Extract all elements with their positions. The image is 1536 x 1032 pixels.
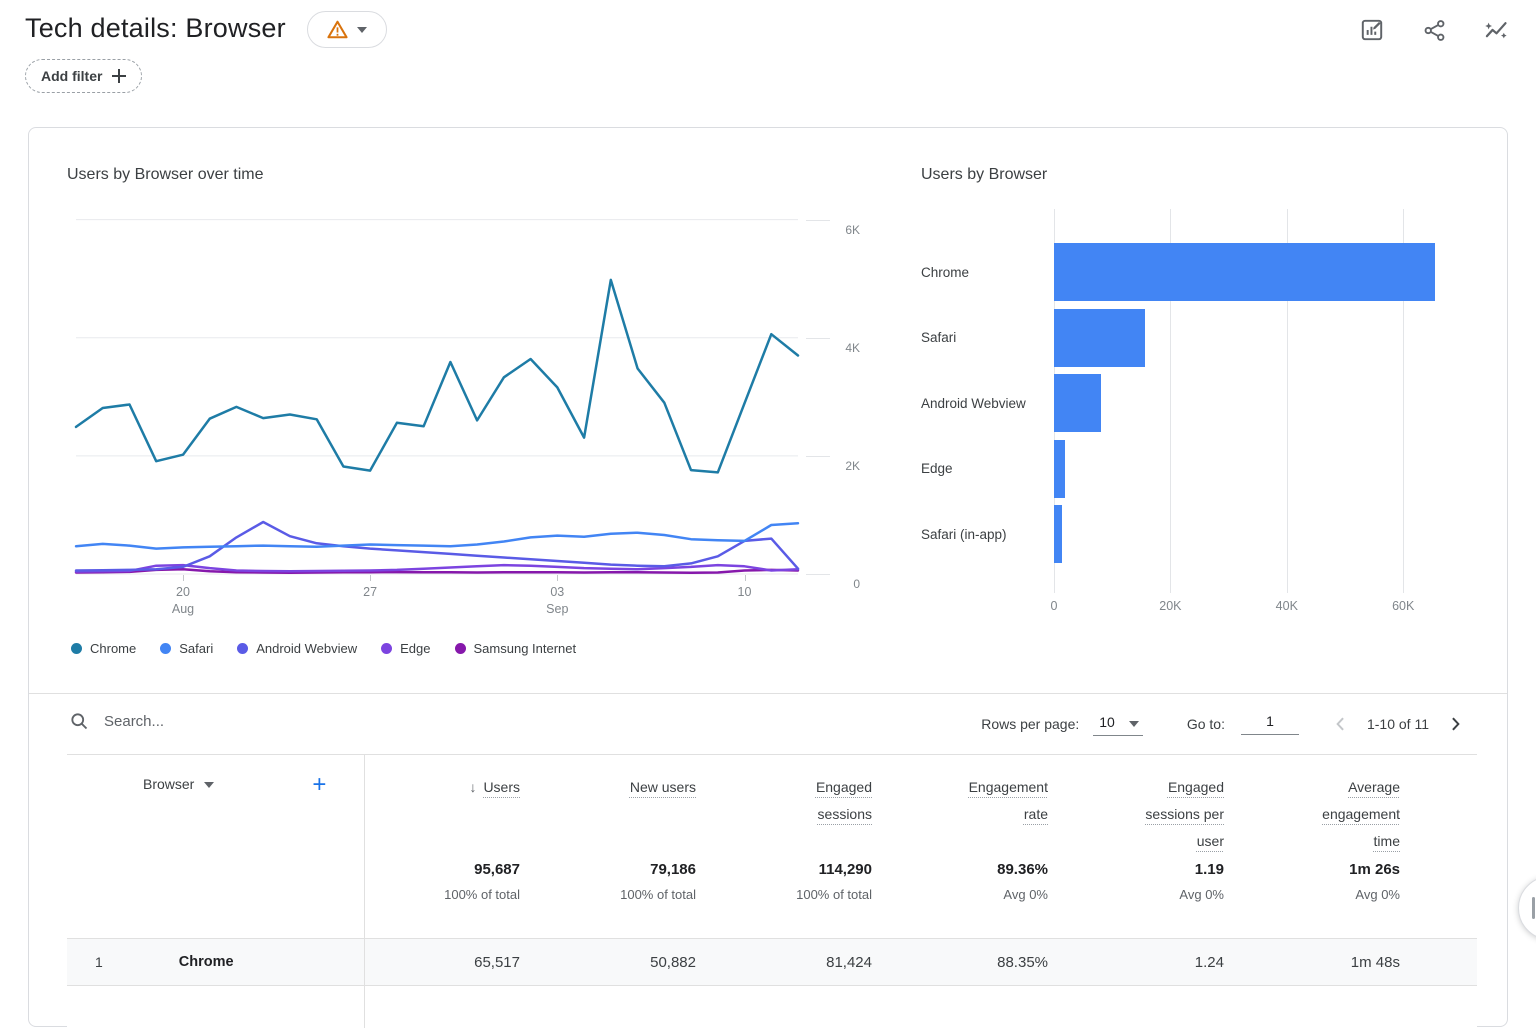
floating-button-partial[interactable] <box>1518 876 1536 940</box>
rows-per-page-select[interactable]: 10 <box>1093 712 1143 736</box>
row-cell: 81,424 <box>696 954 872 971</box>
column-header-engaged-sessions-per-user[interactable]: Engagedsessions peruser <box>1048 774 1224 861</box>
row-dimension: Chrome <box>103 954 234 970</box>
legend-item[interactable]: Samsung Internet <box>455 641 577 656</box>
bar-category-label: Safari <box>921 309 1039 367</box>
table-controls: Search... Rows per page: 10 Go to: 1 1-1… <box>29 694 1507 754</box>
bar-category-label: Chrome <box>921 243 1039 301</box>
column-header-new-users[interactable]: New users <box>520 774 696 861</box>
data-quality-warning-chip[interactable] <box>307 11 387 48</box>
legend-dot <box>160 643 171 654</box>
series-safari <box>76 523 798 548</box>
column-header-engagement-rate[interactable]: Engagementrate <box>872 774 1048 861</box>
dimension-header[interactable]: Browser <box>143 776 194 792</box>
floating-button-glyph <box>1532 897 1535 919</box>
goto-label: Go to: <box>1187 716 1225 732</box>
insights-icon[interactable] <box>1476 10 1516 50</box>
share-icon[interactable] <box>1414 10 1454 50</box>
table-row[interactable]: 1Chrome65,51750,88281,42488.35%1.241m 48… <box>67 938 1477 985</box>
line-chart-title: Users by Browser over time <box>67 166 264 184</box>
totals-cell: 114,290100% of total <box>696 861 872 938</box>
chevron-down-icon[interactable] <box>204 782 214 788</box>
add-filter-button[interactable]: Add filter <box>25 59 142 93</box>
chevron-down-icon <box>357 27 367 33</box>
row-cell: 1m 48s <box>1224 954 1400 971</box>
totals-cell: 1.19Avg 0% <box>1048 861 1224 938</box>
totals-cell: 79,186100% of total <box>520 861 696 938</box>
legend-dot <box>237 643 248 654</box>
legend-item[interactable]: Chrome <box>71 641 136 656</box>
column-header-average-engagement-time[interactable]: Averageengagementtime <box>1224 774 1400 861</box>
report-card: Users by Browser over time 02K4K6K 20 Au… <box>28 127 1508 1027</box>
bar-android-webview[interactable] <box>1054 374 1101 432</box>
line-chart[interactable]: 02K4K6K 20 Aug2703 Sep10 <box>76 196 798 574</box>
legend-dot <box>381 643 392 654</box>
legend-item[interactable]: Android Webview <box>237 641 357 656</box>
series-samsung-internet <box>76 569 798 572</box>
legend-dot <box>455 643 466 654</box>
table-header-row: Browser + ↓UsersNew usersEngagedsessions… <box>67 754 1477 861</box>
sort-desc-icon: ↓ <box>469 774 476 801</box>
next-page-icon[interactable] <box>1443 712 1467 736</box>
bar-axis-label: 0 <box>1029 599 1079 613</box>
totals-cell: 1m 26sAvg 0% <box>1224 861 1400 938</box>
search-placeholder: Search... <box>104 713 164 730</box>
totals-cell: 89.36%Avg 0% <box>872 861 1048 938</box>
column-header-users[interactable]: ↓Users <box>364 774 520 861</box>
row-cell: 88.35% <box>872 954 1048 971</box>
row-cell: 50,882 <box>520 954 696 971</box>
bar-category-label: Android Webview <box>921 374 1039 432</box>
bar-safari-in-app-[interactable] <box>1054 505 1062 563</box>
row-cell: 1.24 <box>1048 954 1224 971</box>
column-divider <box>364 754 365 1028</box>
add-column-button[interactable]: + <box>312 771 326 799</box>
chevron-down-icon <box>1129 721 1139 727</box>
report-toolbar <box>1352 10 1516 50</box>
bar-axis-label: 60K <box>1378 599 1428 613</box>
line-chart-legend: Chrome Safari Android Webview Edge Samsung I… <box>71 641 576 656</box>
plus-icon <box>112 69 126 83</box>
previous-page-icon[interactable] <box>1329 712 1353 736</box>
bar-axis-label: 40K <box>1262 599 1312 613</box>
bar-chrome[interactable] <box>1054 243 1435 301</box>
bar-category-label: Safari (in-app) <box>921 505 1039 563</box>
page-title: Tech details: Browser <box>25 13 286 44</box>
line-chart-plot <box>76 196 798 574</box>
legend-item[interactable]: Edge <box>381 641 430 656</box>
edit-report-icon[interactable] <box>1352 10 1392 50</box>
bar-category-label: Edge <box>921 440 1039 498</box>
table-pagination: Rows per page: 10 Go to: 1 1-10 of 11 <box>981 694 1467 754</box>
legend-dot <box>71 643 82 654</box>
bar-safari[interactable] <box>1054 309 1145 367</box>
table-search[interactable]: Search... <box>69 711 164 731</box>
row-cell: 65,517 <box>364 954 520 971</box>
bar-chart-title: Users by Browser <box>921 166 1047 184</box>
bar-chart[interactable]: 020K40K60KChromeSafariAndroid WebviewEdg… <box>921 209 1481 609</box>
warning-triangle-icon <box>327 20 348 39</box>
legend-item[interactable]: Safari <box>160 641 213 656</box>
table-totals-row: 95,687100% of total79,186100% of total11… <box>67 861 1477 938</box>
bar-edge[interactable] <box>1054 440 1065 498</box>
series-chrome <box>76 280 798 473</box>
page-info: 1-10 of 11 <box>1367 716 1429 732</box>
column-header-engaged-sessions[interactable]: Engagedsessions <box>696 774 872 861</box>
bar-axis-label: 20K <box>1145 599 1195 613</box>
rows-per-page-label: Rows per page: <box>981 716 1079 732</box>
table-row-partial[interactable] <box>67 985 1477 1032</box>
goto-page-input[interactable]: 1 <box>1241 713 1299 735</box>
search-icon <box>69 711 89 731</box>
add-filter-label: Add filter <box>41 68 102 84</box>
totals-cell: 95,687100% of total <box>364 861 520 938</box>
